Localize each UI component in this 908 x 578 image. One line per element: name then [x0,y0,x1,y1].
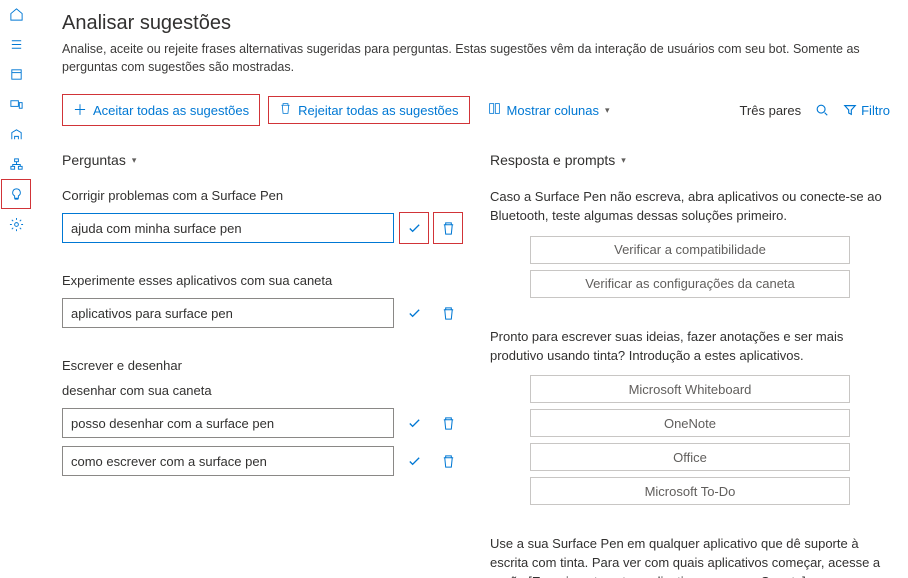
columns-icon [488,102,501,118]
nav-package-icon[interactable] [8,66,24,82]
toolbar-right: Três pares Filtro [739,103,890,118]
prompt-button[interactable]: Office [530,443,850,471]
reject-all-button[interactable]: Rejeitar todas as sugestões [268,96,469,124]
question-subtitle: desenhar com sua caneta [62,383,462,398]
questions-header[interactable]: Perguntas ▾ [62,152,462,168]
plus-icon: ＋ [73,100,87,120]
suggestion-row [62,213,462,243]
nav-devices-icon[interactable] [8,96,24,112]
nav-org-icon[interactable] [8,126,24,142]
reject-suggestion-button[interactable] [434,446,462,476]
nav-suggestions-icon[interactable] [8,186,24,202]
accept-suggestion-button[interactable] [400,213,428,243]
questions-column: Perguntas ▾ Corrigir problemas com a Sur… [62,152,462,578]
filter-button[interactable]: Filtro [843,103,890,118]
content-columns: Perguntas ▾ Corrigir problemas com a Sur… [62,152,890,578]
question-group: Experimente esses aplicativos com sua ca… [62,273,462,328]
question-group: Escrever e desenhar desenhar com sua can… [62,358,462,476]
suggestion-row [62,408,462,438]
suggestion-input[interactable] [62,408,394,438]
chevron-down-icon: ▾ [605,105,610,116]
suggestion-input[interactable] [62,213,394,243]
search-button[interactable] [815,103,829,117]
accept-suggestion-button[interactable] [400,298,428,328]
suggestion-row [62,446,462,476]
suggestion-input[interactable] [62,298,394,328]
prompt-button[interactable]: Verificar a compatibilidade [530,236,850,264]
accept-suggestion-button[interactable] [400,446,428,476]
answer-group: Pronto para escrever suas ideias, fazer … [490,328,890,506]
show-columns-button[interactable]: Mostrar colunas ▾ [478,97,620,123]
nav-home-icon[interactable] [8,6,24,22]
nav-flow-icon[interactable] [8,156,24,172]
answers-column: Resposta e prompts ▾ Caso a Surface Pen … [490,152,890,578]
reject-suggestion-button[interactable] [434,298,462,328]
answer-group: Caso a Surface Pen não escreva, abra apl… [490,188,890,298]
questions-header-label: Perguntas [62,152,126,168]
answer-group: Use a sua Surface Pen em qualquer aplica… [490,535,890,578]
trash-icon [279,102,292,118]
answers-header-label: Resposta e prompts [490,152,615,168]
sidebar [0,0,32,578]
answer-text: Use a sua Surface Pen em qualquer aplica… [490,535,890,578]
show-columns-label: Mostrar colunas [507,103,599,118]
chevron-down-icon: ▾ [132,155,137,166]
answers-header[interactable]: Resposta e prompts ▾ [490,152,890,168]
suggestion-row [62,298,462,328]
pairs-count: Três pares [739,103,801,118]
reject-suggestion-button[interactable] [434,408,462,438]
filter-label: Filtro [861,103,890,118]
answer-text: Caso a Surface Pen não escreva, abra apl… [490,188,890,226]
question-group: Corrigir problemas com a Surface Pen [62,188,462,243]
prompt-button[interactable]: Microsoft To-Do [530,477,850,505]
page-title: Analisar sugestões [62,12,890,35]
answer-text: Pronto para escrever suas ideias, fazer … [490,328,890,366]
toolbar: ＋ Aceitar todas as sugestões Rejeitar to… [62,94,890,126]
reject-all-label: Rejeitar todas as sugestões [298,103,458,118]
accept-suggestion-button[interactable] [400,408,428,438]
suggestion-input[interactable] [62,446,394,476]
chevron-down-icon: ▾ [621,155,626,166]
main-content: Analisar sugestões Analise, aceite ou re… [32,0,908,578]
question-title: Escrever e desenhar [62,358,462,373]
prompt-button[interactable]: Microsoft Whiteboard [530,375,850,403]
nav-settings-icon[interactable] [8,216,24,232]
page-description: Analise, aceite ou rejeite frases altern… [62,41,890,76]
accept-all-label: Aceitar todas as sugestões [93,103,249,118]
prompt-button[interactable]: OneNote [530,409,850,437]
question-title: Corrigir problemas com a Surface Pen [62,188,462,203]
question-title: Experimente esses aplicativos com sua ca… [62,273,462,288]
prompt-button[interactable]: Verificar as configurações da caneta [530,270,850,298]
accept-all-button[interactable]: ＋ Aceitar todas as sugestões [62,94,260,126]
nav-list-icon[interactable] [8,36,24,52]
reject-suggestion-button[interactable] [434,213,462,243]
